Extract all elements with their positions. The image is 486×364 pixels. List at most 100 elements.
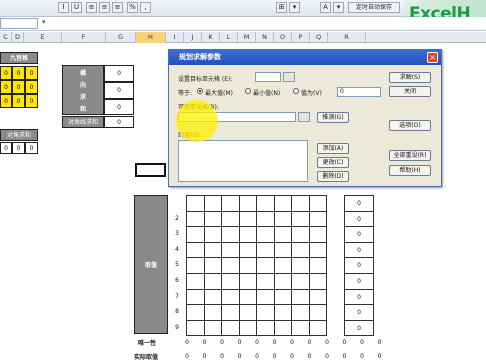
row-total-value[interactable]: 0 (344, 195, 374, 212)
grid-cell[interactable] (203, 241, 222, 259)
grid-value[interactable]: 0 (25, 66, 38, 80)
unique-value[interactable]: 0 (248, 336, 266, 350)
column-header[interactable]: H (136, 32, 166, 43)
grid-cell[interactable] (186, 257, 205, 274)
column-header[interactable]: I (166, 32, 184, 43)
column-header[interactable]: K (202, 32, 220, 43)
actual-value[interactable]: 0 (300, 350, 319, 364)
actual-value[interactable]: 0 (230, 350, 249, 364)
grid-cell[interactable] (238, 210, 257, 228)
row-sum-value[interactable]: 0 (104, 99, 134, 115)
target-cell-collapse-icon[interactable] (283, 72, 295, 82)
solve-button[interactable]: 求解(S) (389, 72, 431, 83)
changing-cells-collapse-icon[interactable] (298, 112, 310, 122)
row-sum-value[interactable]: 0 (104, 65, 134, 82)
grid-cell[interactable] (203, 195, 222, 212)
grid-cell[interactable] (291, 210, 310, 228)
font-color-button[interactable]: A (320, 2, 331, 13)
grid-cell[interactable] (203, 319, 222, 337)
grid-cell[interactable] (308, 195, 327, 212)
grid-cell[interactable] (256, 210, 275, 228)
actual-value[interactable]: 0 (283, 350, 301, 364)
unique-value[interactable]: 0 (283, 336, 301, 350)
grid-cell[interactable] (291, 257, 310, 274)
row-total-value[interactable]: 0 (344, 257, 374, 274)
grid-cell[interactable] (273, 241, 292, 259)
grid-cell[interactable] (203, 210, 222, 228)
grid-cell[interactable] (273, 319, 292, 337)
column-header[interactable]: R (328, 32, 366, 43)
diagonal-sum-value[interactable]: 0 (25, 142, 38, 154)
constraints-list[interactable] (178, 140, 308, 182)
unique-value[interactable]: 0 (265, 336, 284, 350)
help-button[interactable]: 帮助(H) (389, 165, 431, 176)
borders-button[interactable]: ⊞ (276, 2, 287, 13)
column-header[interactable]: J (184, 32, 202, 43)
close-icon[interactable]: × (427, 52, 438, 63)
grid-cell[interactable] (221, 319, 240, 337)
unique-value[interactable]: 0 (318, 336, 336, 350)
row-total-value[interactable]: 0 (344, 273, 374, 290)
grid-cell[interactable] (186, 304, 205, 321)
actual-value[interactable]: 0 (195, 350, 214, 364)
add-button[interactable]: 添加(A) (317, 143, 349, 154)
grid-cell[interactable] (273, 288, 292, 306)
value-of-input[interactable]: 0 (337, 87, 381, 97)
grid-cell[interactable] (238, 226, 257, 243)
align-left-button[interactable]: ≡ (86, 2, 97, 13)
grid-cell[interactable] (238, 273, 257, 290)
grid-cell[interactable] (238, 288, 257, 306)
reset-all-button[interactable]: 全部重设(R) (389, 150, 431, 161)
column-header[interactable]: E (24, 32, 62, 43)
column-header[interactable]: L (220, 32, 238, 43)
actual-value[interactable]: 0 (248, 350, 266, 364)
unique-value[interactable]: 0 (230, 336, 249, 350)
options-button[interactable]: 选项(O) (389, 120, 431, 131)
grid-cell[interactable] (256, 241, 275, 259)
grid-cell[interactable] (203, 273, 222, 290)
percent-button[interactable]: % (127, 2, 138, 13)
row-total-value[interactable]: 0 (344, 226, 374, 243)
column-header[interactable]: O (274, 32, 292, 43)
auto-save-button[interactable]: 定时自动保存 (348, 2, 400, 13)
diagonal-sum-value[interactable]: 0 (0, 142, 12, 154)
change-button[interactable]: 更改(C) (317, 157, 349, 168)
grid-cell[interactable] (221, 288, 240, 306)
grid-cell[interactable] (238, 241, 257, 259)
font-color-dropdown-icon[interactable]: ▾ (333, 2, 344, 13)
grid-cell[interactable] (203, 226, 222, 243)
grid-value[interactable]: 0 (25, 80, 38, 94)
actual-value[interactable]: 0 (370, 350, 389, 364)
grid-cell[interactable] (308, 241, 327, 259)
grid-cell[interactable] (238, 257, 257, 274)
diagonal-sum-value[interactable]: 0 (12, 142, 25, 154)
actual-value[interactable]: 0 (265, 350, 284, 364)
grid-cell[interactable] (291, 273, 310, 290)
grid-cell[interactable] (186, 273, 205, 290)
grid-value[interactable]: 0 (25, 94, 38, 108)
grid-cell[interactable] (256, 273, 275, 290)
grid-cell[interactable] (221, 210, 240, 228)
align-right-button[interactable]: ≡ (112, 2, 123, 13)
unique-value[interactable]: 0 (195, 336, 214, 350)
column-header[interactable]: D (12, 32, 24, 43)
column-header[interactable]: N (256, 32, 274, 43)
row-total-value[interactable]: 0 (344, 304, 374, 321)
grid-cell[interactable] (221, 241, 240, 259)
column-header[interactable]: Q (310, 32, 328, 43)
grid-cell[interactable] (221, 195, 240, 212)
delete-button[interactable]: 删除(D) (317, 171, 349, 182)
grid-cell[interactable] (221, 273, 240, 290)
grid-cell[interactable] (186, 226, 205, 243)
value-radio[interactable] (293, 88, 299, 94)
grid-cell[interactable] (273, 210, 292, 228)
grid-cell[interactable] (308, 257, 327, 274)
grid-cell[interactable] (203, 288, 222, 306)
column-header[interactable]: G (106, 32, 136, 43)
grid-cell[interactable] (291, 226, 310, 243)
grid-cell[interactable] (291, 304, 310, 321)
unique-value[interactable]: 0 (213, 336, 231, 350)
grid-value[interactable]: 0 (12, 80, 25, 94)
grid-value[interactable]: 0 (12, 94, 25, 108)
grid-cell[interactable] (256, 288, 275, 306)
